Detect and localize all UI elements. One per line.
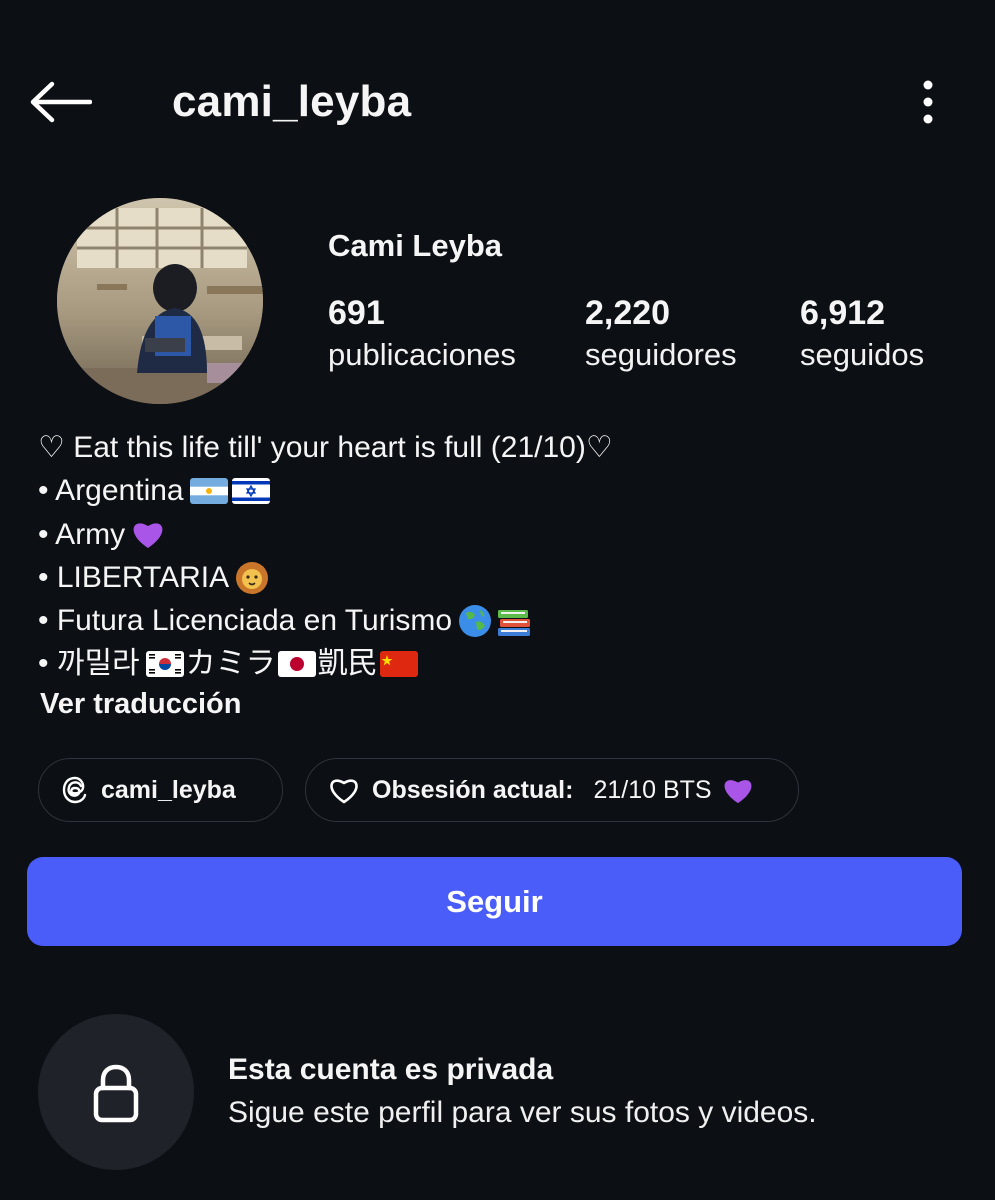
israel-flag-icon bbox=[231, 477, 270, 504]
purple-heart-icon bbox=[724, 780, 752, 804]
avatar[interactable] bbox=[57, 198, 263, 404]
bio-text: • Futura Licenciada en Turismo bbox=[38, 604, 453, 638]
see-translation-link[interactable]: Ver traducción bbox=[40, 684, 241, 724]
vertical-dots-icon bbox=[923, 80, 933, 124]
lock-icon bbox=[93, 1064, 139, 1123]
bio-text: • LIBERTARIA bbox=[38, 560, 230, 594]
private-account-title: Esta cuenta es privada bbox=[228, 1053, 554, 1086]
page-title: cami_leyba bbox=[172, 77, 412, 126]
display-name: Cami Leyba bbox=[328, 228, 503, 263]
threads-handle: cami_leyba bbox=[101, 775, 236, 804]
south-korea-flag-icon bbox=[145, 651, 184, 678]
bio-line: • 까밀라 カミラ 凱民 bbox=[38, 642, 968, 685]
stat-following[interactable]: 6,912 seguidos bbox=[800, 292, 924, 376]
obsession-chip[interactable]: Obsesión actual: 21/10 BTS bbox=[305, 758, 799, 822]
bio-text: 凱民 bbox=[317, 647, 378, 681]
back-button[interactable] bbox=[24, 72, 96, 132]
stat-followers[interactable]: 2,220 seguidores bbox=[585, 292, 737, 376]
bio-text: • Army bbox=[38, 517, 126, 551]
obsession-label: Obsesión actual: bbox=[372, 775, 574, 804]
books-icon bbox=[498, 609, 531, 636]
stat-posts[interactable]: 691 publicaciones bbox=[328, 292, 516, 376]
private-account-subtitle: Sigue este perfil para ver sus fotos y v… bbox=[228, 1096, 817, 1129]
bio: ♡ Eat this life till' your heart is full… bbox=[38, 426, 968, 686]
threads-link-chip[interactable]: cami_leyba bbox=[38, 758, 283, 822]
bio-line: • LIBERTARIA bbox=[38, 556, 968, 599]
stat-value: 6,912 bbox=[800, 294, 886, 332]
argentina-flag-icon bbox=[189, 477, 228, 504]
bio-line: • Army bbox=[38, 513, 968, 556]
china-flag-icon bbox=[379, 651, 418, 678]
stat-value: 2,220 bbox=[585, 294, 671, 332]
bio-text: カミラ bbox=[185, 647, 276, 681]
arrow-left-icon bbox=[30, 81, 92, 123]
japan-flag-icon bbox=[277, 651, 316, 678]
avatar-photo bbox=[57, 198, 263, 404]
lock-badge bbox=[38, 1014, 194, 1170]
bio-line: ♡ Eat this life till' your heart is full… bbox=[38, 426, 968, 469]
lion-icon bbox=[236, 561, 269, 594]
bio-line: • Futura Licenciada en Turismo bbox=[38, 599, 968, 642]
purple-heart-icon bbox=[133, 523, 163, 549]
stat-label: publicaciones bbox=[328, 337, 516, 372]
globe-icon bbox=[459, 604, 492, 637]
bio-text: ♡ Eat this life till' your heart is full… bbox=[38, 431, 613, 464]
stat-label: seguidores bbox=[585, 337, 737, 372]
heart-outline-icon bbox=[330, 779, 358, 804]
bio-text: • Argentina bbox=[38, 474, 184, 508]
follow-button[interactable]: Seguir bbox=[27, 857, 962, 946]
more-options-button[interactable] bbox=[906, 72, 950, 132]
bio-line: • Argentina bbox=[38, 469, 968, 512]
stat-label: seguidos bbox=[800, 337, 925, 372]
threads-icon bbox=[62, 776, 87, 804]
bio-text: • 까밀라 bbox=[38, 647, 140, 681]
stat-value: 691 bbox=[328, 294, 385, 332]
obsession-value: 21/10 BTS bbox=[593, 775, 712, 804]
